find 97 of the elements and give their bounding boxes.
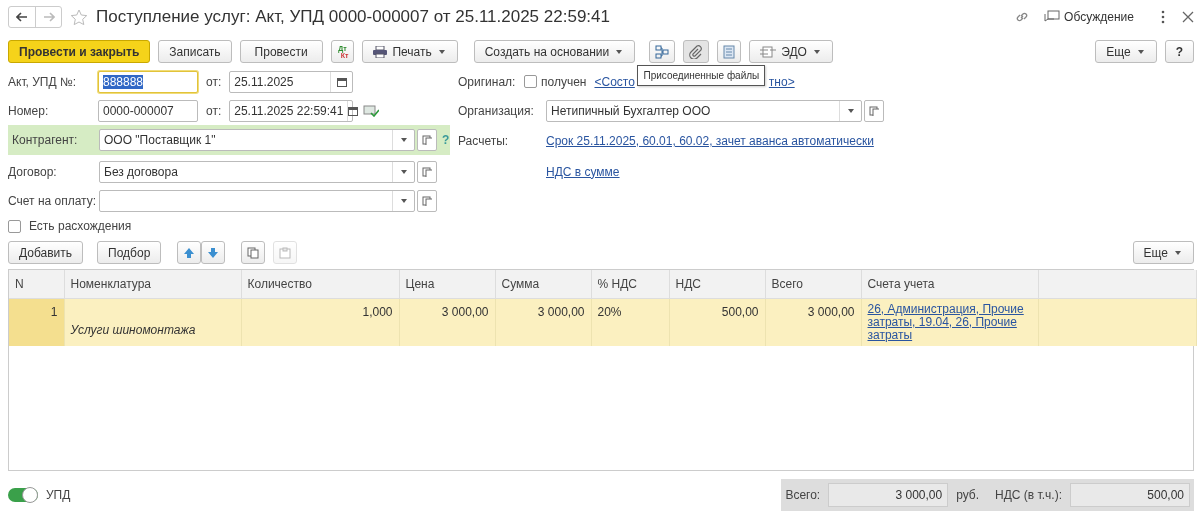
select-field[interactable]: Нетипичный Бухгалтер ООО bbox=[546, 99, 862, 122]
table-cell: 3 000,00 bbox=[537, 305, 585, 319]
field-value: ООО "Поставщик 1" bbox=[103, 132, 217, 149]
status-link-start[interactable]: <Состо bbox=[594, 74, 635, 89]
status-link-end[interactable]: тно> bbox=[768, 74, 795, 89]
add-button[interactable]: Добавить bbox=[8, 241, 84, 264]
column-header[interactable]: N bbox=[9, 270, 64, 299]
field-label: Контрагент: bbox=[11, 132, 79, 149]
date-field[interactable]: 25.11.2025 bbox=[229, 70, 354, 93]
clipboard-icon bbox=[279, 246, 292, 259]
table-cell: 1 bbox=[50, 305, 58, 319]
star-icon[interactable] bbox=[70, 8, 88, 26]
field-label: Оригинал: bbox=[458, 73, 517, 91]
more-button[interactable]: Еще bbox=[1132, 241, 1194, 264]
back-arrow-icon bbox=[16, 12, 28, 22]
table-cell: 500,00 bbox=[721, 305, 759, 319]
attachments-button[interactable] bbox=[683, 40, 710, 63]
vat-value: 500,00 bbox=[1070, 483, 1190, 507]
print-button[interactable]: Печать bbox=[362, 40, 458, 63]
more-icon[interactable] bbox=[1160, 10, 1166, 24]
checkbox-label: Есть расхождения bbox=[29, 218, 132, 235]
toggle-label: УПД bbox=[46, 487, 71, 504]
checkbox[interactable] bbox=[8, 219, 21, 233]
open-button[interactable] bbox=[417, 129, 437, 151]
field-value: Без договора bbox=[103, 163, 179, 181]
toolbar-button[interactable]: Записать bbox=[158, 40, 232, 63]
vat-link[interactable]: НДС в сумме bbox=[546, 162, 620, 181]
printer-icon bbox=[373, 45, 388, 58]
toggle-switch[interactable] bbox=[8, 488, 38, 502]
table-cell: 3 000,00 bbox=[807, 305, 855, 319]
post-close-button[interactable]: Провести и закрыть bbox=[8, 40, 151, 63]
hierarchy-icon bbox=[655, 44, 670, 59]
select-field[interactable] bbox=[99, 189, 415, 212]
table-cell: 1,000 bbox=[362, 305, 393, 319]
currency-label: руб. bbox=[956, 487, 980, 504]
checkbox[interactable] bbox=[524, 75, 537, 88]
column-header[interactable]: Сумма bbox=[495, 270, 591, 299]
edo-button[interactable]: ЭДО bbox=[749, 40, 833, 63]
field-label: Акт, УПД №: bbox=[8, 73, 78, 91]
table-cell: 20% bbox=[597, 305, 622, 319]
down-arrow-icon bbox=[207, 246, 220, 259]
column-header[interactable]: Номенклатура bbox=[64, 270, 241, 299]
calendar-icon[interactable] bbox=[336, 76, 347, 87]
select-field[interactable]: ООО "Поставщик 1" bbox=[99, 129, 415, 151]
document-check-icon[interactable] bbox=[363, 104, 380, 117]
total-value: 3 000,00 bbox=[828, 483, 949, 507]
copy-button[interactable] bbox=[241, 241, 266, 264]
open-button[interactable] bbox=[864, 99, 884, 122]
open-window-icon bbox=[422, 195, 432, 206]
open-window-icon bbox=[422, 166, 432, 177]
field-label: Договор: bbox=[8, 163, 58, 181]
calendar-icon[interactable] bbox=[348, 105, 359, 116]
column-header[interactable]: Количество bbox=[241, 270, 399, 299]
move-up-button[interactable] bbox=[177, 241, 202, 264]
select-field[interactable]: Без договора bbox=[99, 160, 415, 183]
column-header[interactable]: НДС bbox=[669, 270, 765, 299]
pick-button[interactable]: Подбор bbox=[97, 241, 162, 264]
open-button[interactable] bbox=[417, 160, 437, 183]
window-title: Поступление услуг: Акт, УПД 0000-000007 от 25.11.2025 22:59:41 bbox=[96, 6, 610, 29]
tooltip: Присоединенные файлы bbox=[637, 64, 766, 86]
field-label: Номер: bbox=[8, 102, 50, 120]
exchange-icon bbox=[760, 45, 777, 58]
column-header[interactable]: Счета учета bbox=[861, 270, 1038, 299]
paperclip-icon bbox=[689, 44, 704, 59]
column-header[interactable]: Цена bbox=[399, 270, 495, 299]
settlements-link[interactable]: Срок 25.11.2025, 60.01, 60.02, зачет аванса автоматически bbox=[546, 132, 874, 150]
column-header[interactable]: Всего bbox=[765, 270, 861, 299]
field-label: Расчеты: bbox=[458, 133, 510, 150]
checkbox-label: получен bbox=[541, 73, 587, 91]
field-label: Счет на оплату: bbox=[8, 192, 98, 210]
total-label: Всего: bbox=[785, 487, 821, 504]
open-button[interactable] bbox=[417, 189, 437, 212]
date-label: от: bbox=[206, 73, 222, 91]
forward-arrow-icon bbox=[42, 12, 55, 22]
help-button[interactable]: ? bbox=[1164, 40, 1194, 63]
up-arrow-icon bbox=[183, 246, 196, 259]
vat-label: НДС (в т.ч.): bbox=[995, 487, 1062, 504]
table-cell: 3 000,00 bbox=[441, 305, 489, 319]
document-list-button[interactable] bbox=[717, 40, 742, 63]
more-button[interactable]: Еще bbox=[1095, 40, 1157, 63]
document-icon bbox=[723, 44, 736, 59]
field-label: Организация: bbox=[458, 102, 535, 120]
move-down-button[interactable] bbox=[201, 241, 226, 264]
discussion-button[interactable]: Обсуждение bbox=[1044, 8, 1134, 26]
date-label: от: bbox=[206, 102, 222, 120]
column-header[interactable]: % НДС bbox=[591, 270, 669, 299]
open-window-icon bbox=[422, 135, 432, 145]
table-cell-text: Услуги шиномонтажа bbox=[70, 322, 196, 339]
create-based-on-button[interactable]: Создать на основании bbox=[473, 40, 636, 63]
close-icon[interactable] bbox=[1182, 11, 1194, 23]
toolbar-button[interactable]: Провести bbox=[239, 40, 323, 63]
chat-icon bbox=[1044, 10, 1061, 24]
open-window-icon bbox=[869, 105, 879, 116]
text-field[interactable]: 888888 bbox=[98, 70, 198, 93]
text-field[interactable]: 0000-000007 bbox=[98, 99, 198, 122]
structure-button[interactable] bbox=[649, 40, 676, 63]
copy-icon bbox=[247, 246, 260, 259]
